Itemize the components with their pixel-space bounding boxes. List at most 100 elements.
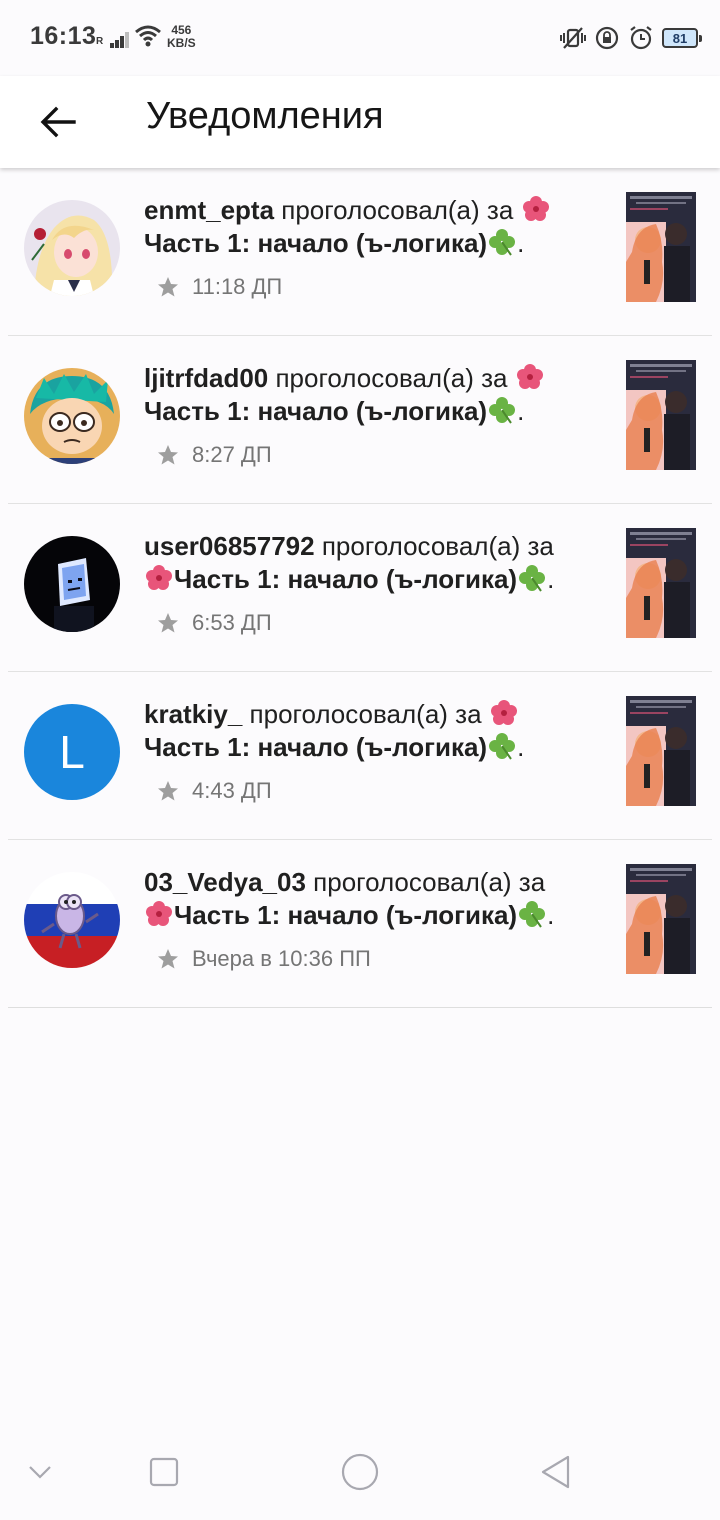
avatar-letter: L (59, 726, 85, 778)
vibrate-mute-icon (560, 27, 586, 49)
recents-square-icon (149, 1457, 179, 1487)
story-cover-image (626, 528, 696, 638)
four-leaf-clover-icon (519, 565, 546, 592)
home-circle-icon (341, 1453, 379, 1491)
notification-meta: 11:18 ДП (156, 274, 282, 300)
notification-suffix: . (517, 396, 525, 426)
story-cover-thumbnail[interactable] (626, 528, 696, 638)
notification-username[interactable]: kratkiy_ (144, 699, 242, 729)
story-cover-thumbnail[interactable] (626, 192, 696, 302)
notification-username[interactable]: 03_Vedya_03 (144, 867, 306, 897)
notification-story-title[interactable]: Часть 1: начало (ъ-логика) (144, 396, 487, 426)
notification-suffix: . (517, 732, 525, 762)
arrow-back-icon (40, 106, 76, 138)
notification-username[interactable]: ljitrfdad00 (144, 363, 268, 393)
four-leaf-clover-icon (489, 733, 516, 760)
user-avatar[interactable] (24, 872, 120, 968)
wifi-icon (135, 25, 161, 47)
notification-item[interactable]: user06857792 проголосовал(а) за Часть 1:… (8, 504, 712, 672)
notification-action: проголосовал(а) за (314, 531, 554, 561)
rotation-lock-icon (595, 26, 619, 50)
notification-item[interactable]: enmt_epta проголосовал(а) за Часть 1: на… (8, 168, 712, 336)
network-roaming-label: R (96, 36, 104, 47)
hibiscus-icon (522, 196, 549, 221)
notification-meta: 6:53 ДП (156, 610, 272, 636)
back-triangle-icon (541, 1455, 570, 1489)
notification-story-title[interactable]: Часть 1: начало (ъ-логика) (174, 564, 517, 594)
star-icon (158, 613, 178, 633)
notification-time: Вчера в 10:36 ПП (192, 946, 371, 971)
notification-meta: 8:27 ДП (156, 442, 272, 468)
cartoon-avatar-image (24, 368, 120, 464)
notification-text: ljitrfdad00 проголосовал(а) за Часть 1: … (144, 362, 594, 428)
story-cover-thumbnail[interactable] (626, 864, 696, 974)
user-avatar[interactable] (24, 200, 120, 296)
notification-text: enmt_epta проголосовал(а) за Часть 1: на… (144, 194, 594, 260)
user-avatar[interactable]: L (24, 704, 120, 800)
status-bar: 16:13 R 456 KB/S 81 (0, 0, 720, 76)
notification-item[interactable]: ljitrfdad00 проголосовал(а) за Часть 1: … (8, 336, 712, 504)
network-speed: 456 KB/S (167, 24, 196, 50)
notification-action: проголосовал(а) за (242, 699, 489, 729)
notification-time: 11:18 ДП (192, 274, 283, 299)
notification-time: 6:53 ДП (192, 610, 272, 635)
story-cover-image (626, 864, 696, 974)
story-cover-thumbnail[interactable] (626, 360, 696, 470)
letter-avatar: L (24, 704, 120, 800)
status-icons: 81 (560, 24, 702, 52)
notification-item[interactable]: 03_Vedya_03 проголосовал(а) за Часть 1: … (8, 840, 712, 1008)
four-leaf-clover-icon (519, 901, 546, 928)
notification-suffix: . (547, 564, 555, 594)
story-cover-image (626, 192, 696, 302)
alarm-clock-icon (630, 26, 652, 50)
nav-recents-button[interactable] (140, 1448, 188, 1496)
hibiscus-icon (490, 700, 517, 725)
battery-indicator: 81 (662, 28, 702, 48)
status-time: 16:13 (30, 22, 97, 50)
chevron-down-icon (29, 1466, 51, 1479)
notification-suffix: . (517, 228, 525, 258)
nav-back-button[interactable] (532, 1448, 580, 1496)
notification-list: enmt_epta проголосовал(а) за Часть 1: на… (0, 168, 720, 1008)
notification-story-title[interactable]: Часть 1: начало (ъ-логика) (174, 900, 517, 930)
notification-story-title[interactable]: Часть 1: начало (ъ-логика) (144, 228, 487, 258)
nav-home-button[interactable] (336, 1448, 384, 1496)
notification-text: user06857792 проголосовал(а) за Часть 1:… (144, 530, 594, 596)
story-cover-image (626, 360, 696, 470)
four-leaf-clover-icon (489, 397, 516, 424)
dark-screen-avatar-image (24, 536, 120, 632)
user-avatar[interactable] (24, 536, 120, 632)
notification-username[interactable]: user06857792 (144, 531, 315, 561)
star-icon (158, 949, 178, 969)
story-cover-thumbnail[interactable] (626, 696, 696, 806)
notification-text: 03_Vedya_03 проголосовал(а) за Часть 1: … (144, 866, 594, 932)
page-title: Уведомления (146, 95, 384, 137)
user-avatar[interactable] (24, 368, 120, 464)
hibiscus-icon (146, 565, 172, 590)
notification-time: 8:27 ДП (192, 442, 272, 467)
speed-unit: KB/S (167, 36, 196, 50)
anime-avatar-image (24, 200, 120, 296)
notification-text: kratkiy_ проголосовал(а) за Часть 1: нач… (144, 698, 594, 764)
app-header: Уведомления (0, 76, 720, 168)
star-icon (158, 277, 178, 297)
notification-meta: 4:43 ДП (156, 778, 272, 804)
notification-suffix: . (547, 900, 555, 930)
system-nav-bar (0, 1424, 720, 1520)
back-button[interactable] (30, 94, 86, 150)
notification-username[interactable]: enmt_epta (144, 195, 274, 225)
notification-meta: Вчера в 10:36 ПП (156, 946, 371, 972)
four-leaf-clover-icon (489, 229, 516, 256)
story-cover-image (626, 696, 696, 806)
notification-action: проголосовал(а) за (274, 195, 521, 225)
notification-time: 4:43 ДП (192, 778, 272, 803)
notification-action: проголосовал(а) за (305, 867, 546, 897)
nav-hide-button[interactable] (16, 1448, 64, 1496)
notification-story-title[interactable]: Часть 1: начало (ъ-логика) (144, 732, 487, 762)
notification-item[interactable]: L kratkiy_ проголосовал(а) за Часть 1: н… (8, 672, 712, 840)
notification-action: проголосовал(а) за (268, 363, 515, 393)
star-icon (158, 781, 178, 801)
flag-character-avatar-image (24, 872, 120, 968)
hibiscus-icon (516, 364, 543, 389)
hibiscus-icon (146, 901, 172, 926)
